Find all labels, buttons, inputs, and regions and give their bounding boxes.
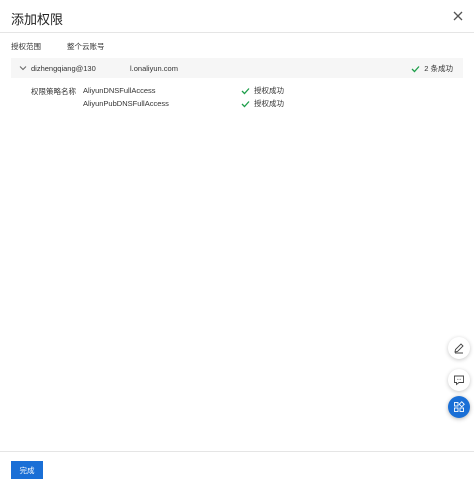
account-row[interactable]: dizhengqiang@130 l.onaliyun.com 2 条成功 <box>11 58 463 78</box>
policy-row: AliyunDNSFullAccess 授权成功 <box>83 85 284 98</box>
policy-name: AliyunDNSFullAccess <box>83 86 156 95</box>
policy-status: 授权成功 <box>241 98 284 109</box>
policy-status-text: 授权成功 <box>254 99 284 108</box>
policy-status: 授权成功 <box>241 85 284 96</box>
scope-label: 授权范围 <box>11 42 41 51</box>
policy-name: AliyunPubDNSFullAccess <box>83 99 169 108</box>
policy-row: AliyunPubDNSFullAccess 授权成功 <box>83 98 284 111</box>
account-domain: l.onaliyun.com <box>130 64 178 73</box>
dialog-header: 添加权限 <box>0 0 474 33</box>
apps-icon <box>454 401 465 412</box>
dialog-footer: 完成 <box>0 451 474 486</box>
feedback-button[interactable] <box>448 369 470 391</box>
done-button[interactable]: 完成 <box>11 461 43 479</box>
check-icon <box>241 100 250 107</box>
policy-status-text: 授权成功 <box>254 86 284 95</box>
dialog-title: 添加权限 <box>11 12 64 27</box>
edit-button[interactable] <box>448 337 470 359</box>
close-icon[interactable] <box>450 8 466 24</box>
feedback-icon <box>454 375 464 386</box>
edit-icon <box>454 343 464 354</box>
check-icon <box>241 87 250 94</box>
scope-value: 整个云账号 <box>67 42 105 51</box>
account-status: 2 条成功 <box>411 63 453 74</box>
check-icon <box>411 65 420 72</box>
chevron-down-icon[interactable] <box>19 64 27 72</box>
account-status-text: 2 条成功 <box>424 64 453 73</box>
policy-label: 权限策略名称 <box>31 87 76 96</box>
account-name: dizhengqiang@130 <box>31 64 96 73</box>
apps-button[interactable] <box>448 396 470 418</box>
